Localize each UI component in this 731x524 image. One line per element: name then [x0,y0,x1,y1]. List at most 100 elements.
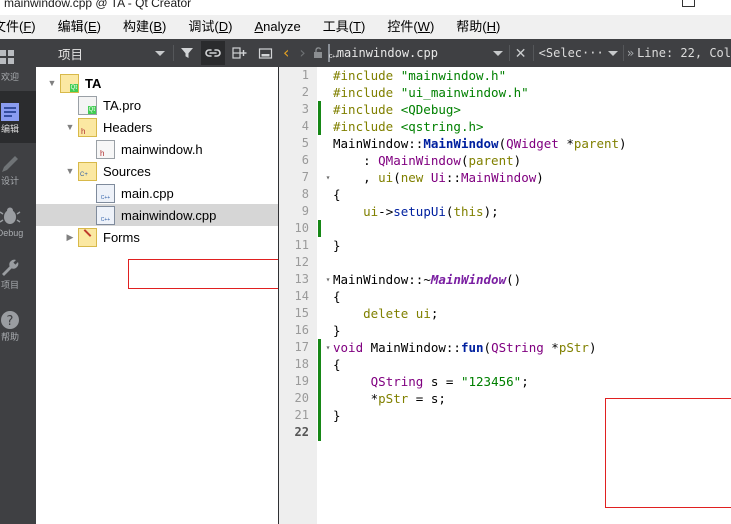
mode-item-projects[interactable]: 项目 [0,247,36,299]
code-line[interactable]: 15 delete ui; [279,305,731,322]
mode-item-design[interactable]: 设计 [0,143,36,195]
mode-item-label: Debug [0,227,24,238]
code-line[interactable]: 14 { [279,288,731,305]
chevron-down-icon [155,50,165,56]
mode-item-edit[interactable]: 编辑 [0,91,36,143]
code-line-text: } [333,407,341,424]
fold-marker-icon[interactable]: ▾ [323,271,333,288]
code-token: ( [498,136,507,151]
code-token: setupUi [393,204,446,219]
line-number: 1 [301,68,309,82]
menu-item-5[interactable]: Analyze [243,15,311,39]
code-token: MainWindow [333,136,409,151]
code-line[interactable]: 4 #include <qstring.h> [279,118,731,135]
code-line[interactable]: 5 MainWindow::MainWindow(QWidget *parent) [279,135,731,152]
open-file-tab[interactable]: mainwindow.cpp [325,39,438,67]
file-list-chevron-icon[interactable] [492,50,503,56]
sync-with-editor-button[interactable] [201,41,225,65]
menu-item-4[interactable]: 调试(D) [177,15,243,39]
code-token: ) [513,153,522,168]
minimize-icon [258,47,272,59]
menu-mnemonic: H [486,19,497,34]
menu-item-1[interactable]: 文件(F) [0,15,47,39]
project-tree-panel[interactable]: ▼ TATA.pro ▼ Headers mainwindow.h ▼ Sources mai… [36,67,278,524]
go-forward-button[interactable]: › [294,45,310,61]
line-number: 12 [294,255,309,269]
code-line[interactable]: 1 #include "mainwindow.h" [279,67,731,84]
fold-marker-icon[interactable]: ▾ [323,339,333,356]
code-token: = [438,374,461,389]
tree-twisty-spacer [80,185,96,201]
code-line[interactable]: 11} [279,237,731,254]
project-view-toolbar: 项目 [36,39,278,67]
tree-row[interactable]: ▼ TA [36,72,278,94]
change-marker [318,407,321,424]
menu-mnemonic: A [254,19,264,34]
code-editor[interactable]: 1 #include "mainwindow.h" 2 #include "ui_ma… [279,67,731,524]
code-line[interactable]: 9 ui->setupUi(this); [279,203,731,220]
close-file-button[interactable]: ✕ [509,45,533,62]
fold-marker-icon[interactable]: ▾ [323,169,333,186]
menu-bar: 文件(F)编辑(E)构建(B)调试(D)Analyze工具(T)控件(W)帮助(… [0,15,731,40]
change-marker [318,101,321,118]
code-line[interactable]: 18 { [279,356,731,373]
mode-item-welcome[interactable]: 欢迎 [0,39,36,91]
code-line[interactable]: 7 ▾ , ui(new Ui::MainWindow) [279,169,731,186]
code-line[interactable]: 22 [279,424,731,441]
svg-text:?: ? [7,314,14,329]
project-view-combo[interactable]: 项目 [36,39,173,67]
code-token: ; [521,374,529,389]
filter-button[interactable] [175,41,199,65]
code-line[interactable]: 6 : QMainWindow(parent) [279,152,731,169]
tree-row[interactable]: mainwindow.h [36,138,278,160]
code-line[interactable]: 10 [279,220,731,237]
code-line[interactable]: 19 QString s = "123456"; [279,373,731,390]
overflow-icon[interactable]: » [623,46,634,60]
menu-item-8[interactable]: 帮助(H) [445,15,511,39]
change-marker [318,356,321,373]
collapse-button[interactable] [253,41,277,65]
menu-item-7[interactable]: 控件(W) [376,15,445,39]
code-line[interactable]: 12 [279,254,731,271]
code-line-text: #include "mainwindow.h" [333,67,506,84]
tree-row[interactable]: main.cpp [36,182,278,204]
chevron-down-icon[interactable]: ▼ [62,119,78,135]
mode-item-debug[interactable]: Debug [0,195,36,247]
menu-item-2[interactable]: 编辑(E) [47,15,112,39]
mode-item-help[interactable]: ? 帮助 [0,299,36,351]
chevron-down-icon[interactable]: ▼ [62,163,78,179]
code-line[interactable]: 16} [279,322,731,339]
menu-item-6[interactable]: 工具(T) [312,15,377,39]
tree-row[interactable]: ▶ Forms [36,226,278,248]
code-line[interactable]: 3 #include <QDebug> [279,101,731,118]
annotation-rect-tree [128,259,278,289]
code-line[interactable]: 17 ▾ void MainWindow::fun(QString *pStr) [279,339,731,356]
go-back-button[interactable]: ‹ [278,45,294,61]
code-line[interactable]: 13 ▾ MainWindow::~MainWindow() [279,271,731,288]
tree-row[interactable]: mainwindow.cpp [36,204,278,226]
code-line[interactable]: 8{ [279,186,731,203]
chevron-down-icon[interactable]: ▼ [44,75,60,91]
code-token: MainWindow [430,272,507,287]
tree-row[interactable]: ▼ Sources [36,160,278,182]
code-token: this [453,204,484,219]
split-button[interactable] [227,41,251,65]
code-line-text: QString s = "123456"; [333,373,529,390]
tree-row[interactable]: ▼ Headers [36,116,278,138]
symbol-selector[interactable]: <Selec··· [533,46,604,60]
chevron-right-icon[interactable]: ▶ [62,229,78,245]
menu-item-3[interactable]: 构建(B) [112,15,177,39]
code-line[interactable]: 2 #include "ui_mainwindow.h" [279,84,731,101]
symbol-selector-chevron-icon[interactable] [607,50,618,56]
code-line[interactable]: 20 *pStr = s; [279,390,731,407]
code-line[interactable]: 21} [279,407,731,424]
lock-button[interactable] [312,41,324,65]
maximize-button[interactable] [682,0,695,7]
code-text-area[interactable]: 1 #include "mainwindow.h" 2 #include "ui_ma… [279,67,731,524]
tree-row[interactable]: TA.pro [36,94,278,116]
code-token: :: [445,340,461,355]
code-token: MainWindow [460,170,537,185]
code-token: <QDebug> [400,102,461,117]
